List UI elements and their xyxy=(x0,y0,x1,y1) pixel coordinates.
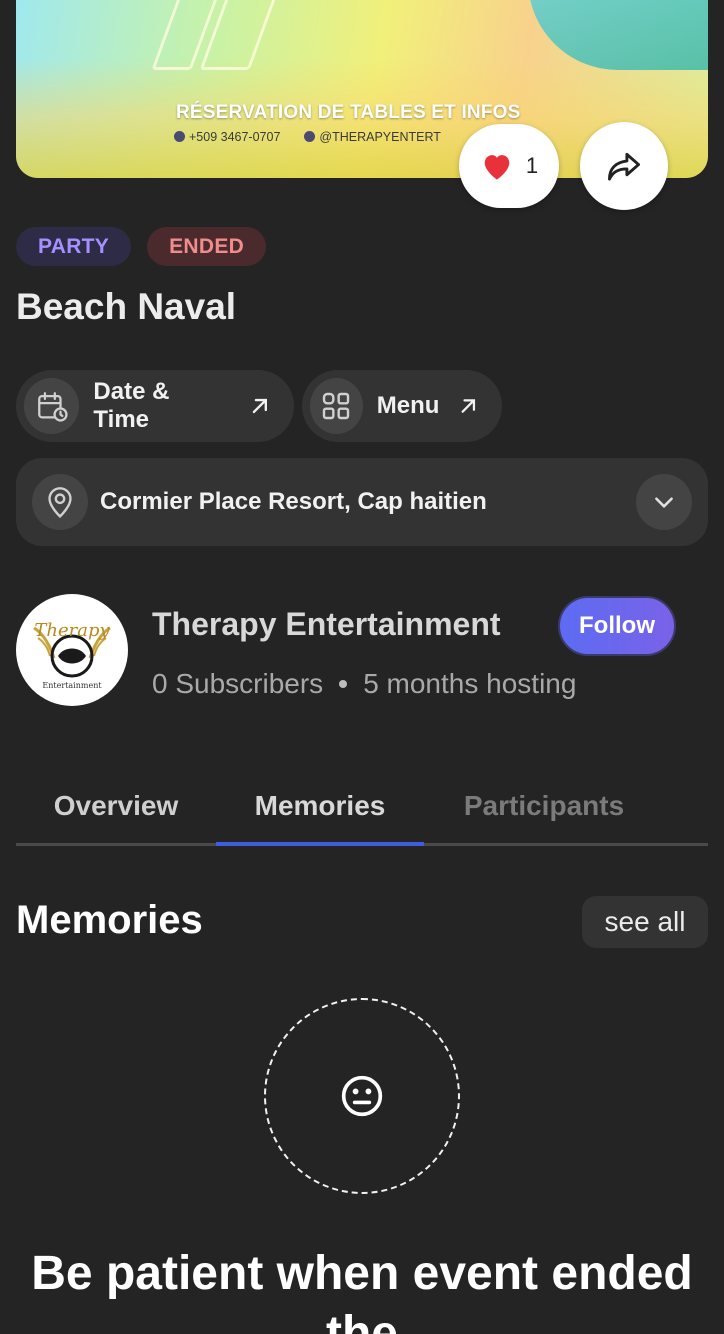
menu-label: Menu xyxy=(376,392,440,419)
host-name[interactable]: Therapy Entertainment xyxy=(152,606,501,643)
subscribers-count: 0 Subscribers xyxy=(152,668,324,699)
grid-icon xyxy=(310,378,363,434)
location-row[interactable]: Cormier Place Resort, Cap haitien xyxy=(16,458,708,546)
calendar-clock-icon xyxy=(24,378,80,434)
host-avatar[interactable]: Therapy Entertainment xyxy=(16,594,128,706)
memories-title: Memories xyxy=(16,898,203,942)
banner-instagram: @THERAPYENTERT xyxy=(319,130,441,144)
follow-button[interactable]: Follow xyxy=(558,596,676,656)
share-arrow-icon xyxy=(607,152,640,181)
host-logo: Therapy Entertainment xyxy=(22,600,122,700)
menu-button[interactable]: Menu xyxy=(302,370,502,442)
phone-icon xyxy=(174,131,185,142)
status-badge: ENDED xyxy=(147,227,267,266)
category-tag: PARTY xyxy=(16,227,132,266)
instagram-icon xyxy=(304,131,316,142)
heart-icon xyxy=(484,155,510,180)
empty-state-circle xyxy=(264,998,460,1194)
empty-state-text: Be patient when event ended the xyxy=(31,1247,693,1334)
tab-overview[interactable]: Overview xyxy=(16,780,216,843)
see-all-button[interactable]: see all xyxy=(582,896,708,948)
date-time-button[interactable]: Date & Time xyxy=(16,370,294,442)
event-tabs: Overview Memories Participants xyxy=(16,780,708,846)
date-time-label: Date & Time xyxy=(93,378,170,433)
location-text: Cormier Place Resort, Cap haitien xyxy=(100,488,487,515)
event-tags: PARTY ENDED xyxy=(16,227,267,266)
banner-title: RÉSERVATION DE TABLES ET INFOS xyxy=(176,102,521,123)
arrow-up-right-icon xyxy=(461,399,476,413)
neutral-face-icon xyxy=(341,1075,383,1117)
arrow-up-right-icon xyxy=(253,398,268,414)
like-count: 1 xyxy=(525,153,539,178)
share-button[interactable] xyxy=(580,122,668,210)
tab-participants[interactable]: Participants xyxy=(424,780,664,843)
banner-phone: +509 3467-0707 xyxy=(189,130,281,144)
separator-dot xyxy=(339,680,348,688)
svg-text:Therapy: Therapy xyxy=(34,620,110,641)
tab-memories[interactable]: Memories xyxy=(216,780,424,846)
host-meta: 0 Subscribers 5 months hosting xyxy=(152,668,576,700)
event-title: Beach Naval xyxy=(16,286,237,327)
hosting-duration: 5 months hosting xyxy=(363,668,577,699)
expand-location-button[interactable] xyxy=(636,474,692,530)
banner-contact: +509 3467-0707 @THERAPYENTERT xyxy=(174,130,441,144)
svg-text:Entertainment: Entertainment xyxy=(42,681,102,690)
location-pin-icon xyxy=(32,474,88,530)
chevron-down-icon xyxy=(655,497,673,508)
like-button[interactable]: 1 xyxy=(459,124,559,208)
